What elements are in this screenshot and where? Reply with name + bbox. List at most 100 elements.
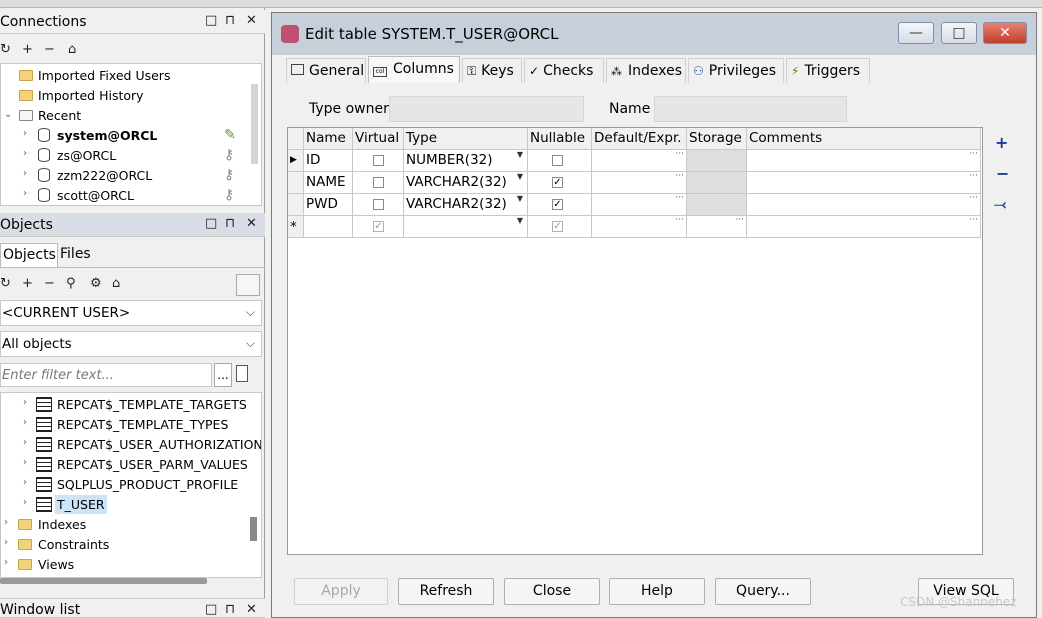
tree-item-imported-history[interactable]: Imported History — [1, 86, 246, 106]
tab-files[interactable]: Files — [60, 246, 91, 262]
tree-item-table[interactable]: › REPCAT$_USER_PARM_VALUES — [1, 455, 248, 475]
row-indicator[interactable] — [288, 194, 304, 216]
virtual-cell[interactable] — [353, 194, 404, 216]
tab-objects[interactable]: Objects — [0, 243, 58, 268]
close-panel-button[interactable]: ✕ — [246, 216, 257, 231]
ellipsis-button[interactable]: ··· — [735, 216, 744, 225]
chevron-right-icon[interactable]: › — [23, 148, 27, 159]
storage-cell[interactable] — [687, 172, 747, 194]
column-name-cell[interactable]: ID — [304, 150, 353, 172]
new-row-indicator[interactable]: * — [288, 216, 304, 238]
virtual-cell[interactable]: ✓ — [353, 216, 404, 238]
comments-cell[interactable]: ··· — [747, 172, 981, 194]
column-header[interactable]: Virtual — [353, 128, 404, 150]
close-panel-button[interactable]: ✕ — [246, 602, 257, 617]
chevron-right-icon[interactable]: › — [23, 397, 27, 408]
nullable-cell[interactable] — [528, 150, 592, 172]
tree-item-system-orcl[interactable]: › system@ORCL ✎ — [1, 126, 246, 146]
nullable-cell[interactable]: ✓ — [528, 172, 592, 194]
tree-item-t-user[interactable]: › T_USER — [1, 495, 246, 515]
float-button[interactable]: □ — [205, 216, 217, 231]
refresh-icon[interactable]: ↻ — [0, 42, 11, 57]
dialog-titlebar[interactable]: Edit table SYSTEM.T_USER@ORCL — □ ✕ — [272, 13, 1036, 55]
close-button[interactable]: Close — [504, 578, 600, 605]
tree-item-indexes[interactable]: › Indexes — [1, 515, 246, 535]
chevron-down-icon[interactable]: ⌄ — [4, 109, 12, 120]
tab-checks[interactable]: ✓ Checks — [524, 58, 604, 83]
chevron-right-icon[interactable]: › — [23, 168, 27, 179]
tree-item-zzm222-orcl[interactable]: › zzm222@ORCL ⚷ — [1, 166, 246, 186]
add-icon[interactable]: + — [22, 276, 33, 291]
pin-button[interactable]: ⊓ — [225, 216, 235, 231]
horizontal-scrollbar[interactable] — [0, 578, 207, 584]
ellipsis-button[interactable]: ··· — [969, 194, 978, 203]
tree-item-recent[interactable]: ⌄ Recent — [1, 106, 246, 126]
dropdown-arrow-icon[interactable]: ▼ — [517, 194, 523, 203]
storage-cell[interactable] — [687, 150, 747, 172]
ellipsis-button[interactable]: ··· — [969, 216, 978, 225]
type-cell[interactable]: ▼ — [404, 216, 528, 238]
chevron-right-icon[interactable]: › — [23, 457, 27, 468]
pin-button[interactable]: ⊓ — [225, 602, 235, 617]
tree-item-constraints[interactable]: › Constraints — [1, 535, 246, 555]
row-indicator[interactable] — [288, 172, 304, 194]
tree-item-table[interactable]: › REPCAT$_TEMPLATE_TARGETS — [1, 395, 247, 415]
comments-cell[interactable]: ··· — [747, 194, 981, 216]
properties-icon[interactable]: ⌂ — [68, 42, 76, 57]
dropdown-arrow-icon[interactable]: ▼ — [517, 172, 523, 181]
ellipsis-button[interactable]: ··· — [969, 150, 978, 159]
chevron-right-icon[interactable]: › — [23, 417, 27, 428]
insert-column-button[interactable]: ⤙ — [994, 195, 1006, 213]
nullable-checkbox[interactable]: ✓ — [552, 221, 563, 232]
nullable-checkbox[interactable] — [552, 155, 563, 166]
remove-column-button[interactable]: − — [996, 164, 1009, 183]
virtual-checkbox[interactable] — [373, 155, 384, 166]
user-select[interactable]: <CURRENT USER> ⌵ — [0, 300, 262, 326]
column-name-cell[interactable]: NAME — [304, 172, 353, 194]
filter-icon[interactable]: ⚙ — [90, 276, 102, 291]
query-button[interactable]: Query... — [715, 578, 811, 605]
float-button[interactable]: □ — [205, 602, 217, 617]
nullable-checkbox[interactable]: ✓ — [552, 177, 563, 188]
virtual-checkbox[interactable] — [373, 177, 384, 188]
nullable-cell[interactable]: ✓ — [528, 194, 592, 216]
nullable-cell[interactable]: ✓ — [528, 216, 592, 238]
help-button[interactable]: Help — [609, 578, 705, 605]
chevron-right-icon[interactable]: › — [23, 128, 27, 139]
column-header[interactable]: Name — [304, 128, 353, 150]
chevron-right-icon[interactable]: › — [23, 497, 27, 508]
filter-input[interactable]: Enter filter text... — [0, 363, 212, 387]
ellipsis-button[interactable]: ··· — [675, 172, 684, 181]
chevron-right-icon[interactable]: › — [23, 188, 27, 199]
comments-cell[interactable]: ··· — [747, 150, 981, 172]
nullable-checkbox[interactable]: ✓ — [552, 199, 563, 210]
virtual-cell[interactable] — [353, 172, 404, 194]
chevron-right-icon[interactable]: › — [4, 557, 8, 568]
pin-button[interactable]: ⊓ — [225, 13, 235, 28]
float-button[interactable]: □ — [205, 13, 217, 28]
chevron-right-icon[interactable]: › — [4, 537, 8, 548]
tab-columns[interactable]: col Columns — [368, 56, 460, 83]
find-icon[interactable]: ⚲ — [66, 276, 76, 291]
tab-keys[interactable]: ⚿ Keys — [462, 58, 522, 83]
column-name-cell[interactable]: PWD — [304, 194, 353, 216]
apply-button[interactable]: Apply — [294, 578, 388, 605]
ellipsis-button[interactable]: ··· — [969, 172, 978, 181]
dropdown-arrow-icon[interactable]: ▼ — [517, 216, 523, 225]
default-cell[interactable]: ··· — [592, 172, 687, 194]
virtual-checkbox[interactable]: ✓ — [373, 221, 384, 232]
tree-item-table[interactable]: › REPCAT$_USER_AUTHORIZATION — [1, 435, 261, 455]
filter-options-button[interactable]: ... — [214, 363, 232, 387]
document-icon[interactable] — [236, 365, 248, 382]
chevron-right-icon[interactable]: › — [4, 517, 8, 528]
virtual-checkbox[interactable] — [373, 199, 384, 210]
properties-icon[interactable]: ⌂ — [112, 276, 120, 291]
tree-item-zs-orcl[interactable]: › zs@ORCL ⚷ — [1, 146, 246, 166]
chevron-right-icon[interactable]: › — [23, 477, 27, 488]
maximize-button[interactable]: □ — [941, 22, 977, 44]
default-cell[interactable]: ··· — [592, 216, 687, 238]
storage-cell[interactable] — [687, 194, 747, 216]
tree-item-scott-orcl[interactable]: › scott@ORCL ⚷ — [1, 186, 246, 205]
add-icon[interactable]: + — [22, 42, 33, 57]
dropdown-arrow-icon[interactable]: ▼ — [517, 150, 523, 159]
